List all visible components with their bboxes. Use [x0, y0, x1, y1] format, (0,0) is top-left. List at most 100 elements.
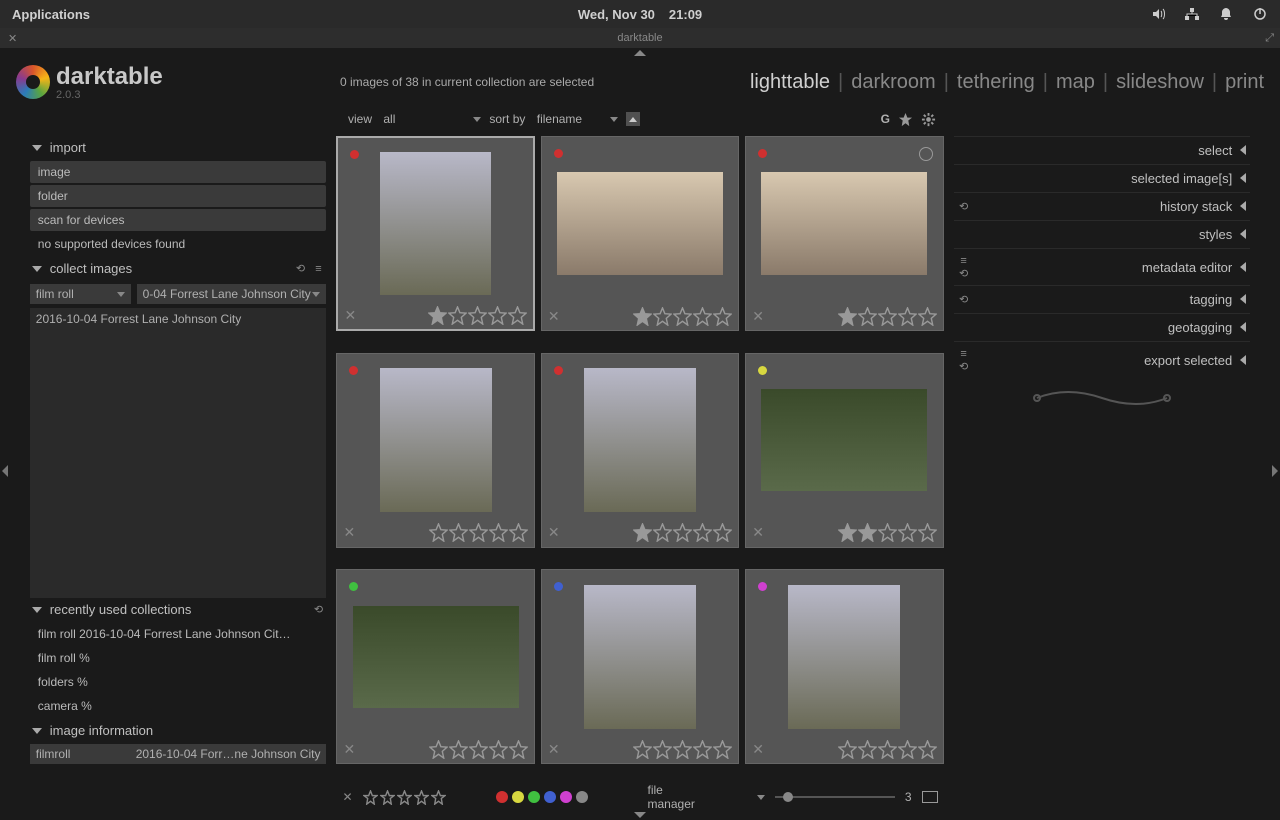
- export-header[interactable]: ≡⟲export selected: [954, 341, 1251, 378]
- import-header[interactable]: import: [30, 136, 327, 159]
- rating-star-icon[interactable]: [838, 307, 857, 326]
- presets-icon[interactable]: ≡: [958, 255, 970, 267]
- rating-star-icon[interactable]: [838, 523, 857, 542]
- reject-icon[interactable]: ✕: [752, 308, 764, 325]
- rating-star-icon[interactable]: [449, 523, 468, 542]
- window-close-icon[interactable]: ✕: [0, 32, 25, 45]
- rating-star-icon[interactable]: [633, 523, 652, 542]
- reject-icon[interactable]: ✕: [343, 524, 355, 541]
- overlay-star-icon[interactable]: [898, 112, 913, 127]
- rating-star-icon[interactable]: [858, 307, 877, 326]
- rating-star-icon[interactable]: [898, 307, 917, 326]
- rating-star-icon[interactable]: [693, 740, 712, 759]
- rating-star-icon[interactable]: [653, 523, 672, 542]
- selected-images-header[interactable]: selected image[s]: [954, 164, 1251, 192]
- reject-icon[interactable]: ✕: [343, 741, 355, 758]
- color-label-dot[interactable]: [554, 366, 563, 375]
- sort-dropdown[interactable]: sort by filename: [489, 112, 618, 126]
- rating-star-icon[interactable]: [693, 307, 712, 326]
- rating-star-icon[interactable]: [878, 740, 897, 759]
- rating-star-icon[interactable]: [673, 523, 692, 542]
- geotagging-header[interactable]: geotagging: [954, 313, 1251, 341]
- layout-mode-dropdown[interactable]: file manager: [648, 783, 765, 811]
- rating-star-icon[interactable]: [633, 307, 652, 326]
- color-label-filter-dot[interactable]: [544, 791, 556, 803]
- rating-star-icon[interactable]: [633, 740, 652, 759]
- select-header[interactable]: select: [954, 136, 1251, 164]
- thumbnail[interactable]: ✕: [541, 569, 739, 764]
- rating-star-icon[interactable]: [508, 306, 527, 325]
- thumbnail[interactable]: ✕: [745, 136, 943, 331]
- reject-icon[interactable]: ✕: [752, 524, 764, 541]
- presets-icon[interactable]: ≡: [312, 263, 324, 275]
- panel-collapse-right[interactable]: [1270, 132, 1280, 810]
- rating-star-icon[interactable]: [673, 307, 692, 326]
- rating-star-icon[interactable]: [858, 740, 877, 759]
- rating-star-icon[interactable]: [469, 523, 488, 542]
- nav-slideshow[interactable]: slideshow: [1116, 71, 1204, 94]
- rating-star-icon[interactable]: [918, 523, 937, 542]
- reset-icon[interactable]: ⟲: [958, 360, 970, 372]
- color-label-filter-dot[interactable]: [560, 791, 572, 803]
- recent-item[interactable]: camera %: [30, 695, 327, 717]
- thumbnail[interactable]: ✕: [541, 136, 739, 331]
- rating-star-icon[interactable]: [489, 523, 508, 542]
- recent-item[interactable]: film roll %: [30, 647, 327, 669]
- rating-star-icon[interactable]: [488, 306, 507, 325]
- collect-by-dropdown[interactable]: film roll: [30, 284, 131, 304]
- thumbnail[interactable]: ✕: [336, 136, 534, 331]
- rating-star-icon[interactable]: [653, 740, 672, 759]
- window-maximize-icon[interactable]: ⤢: [1259, 32, 1280, 45]
- power-icon[interactable]: [1252, 6, 1268, 22]
- reset-icon[interactable]: ⟲: [312, 604, 324, 616]
- reject-icon[interactable]: ✕: [752, 741, 764, 758]
- rating-star-icon[interactable]: [448, 306, 467, 325]
- rating-star-icon[interactable]: [673, 740, 692, 759]
- recent-header[interactable]: recently used collections ⟲: [30, 598, 327, 621]
- rating-star-icon[interactable]: [898, 523, 917, 542]
- color-label-filter-dot[interactable]: [512, 791, 524, 803]
- nav-map[interactable]: map: [1056, 71, 1095, 94]
- reject-icon[interactable]: ✕: [548, 524, 560, 541]
- rating-star-icon[interactable]: [918, 740, 937, 759]
- sort-direction-button[interactable]: [626, 112, 640, 126]
- import-image[interactable]: image: [30, 161, 327, 183]
- rating-star-icon[interactable]: [653, 307, 672, 326]
- reset-icon[interactable]: ⟲: [958, 201, 970, 213]
- imageinfo-header[interactable]: image information: [30, 719, 327, 742]
- rating-star-icon[interactable]: [713, 740, 732, 759]
- rating-star-icon[interactable]: [428, 306, 447, 325]
- reject-icon[interactable]: ✕: [344, 307, 356, 324]
- thumbnail[interactable]: ✕: [336, 353, 534, 548]
- panel-collapse-left[interactable]: [0, 132, 10, 810]
- grouping-button[interactable]: G: [881, 112, 890, 126]
- history-header[interactable]: ⟲history stack: [954, 192, 1251, 220]
- rating-star-icon[interactable]: [878, 307, 897, 326]
- view-filter-dropdown[interactable]: view all: [348, 112, 481, 126]
- metadata-header[interactable]: ≡⟲metadata editor: [954, 248, 1251, 285]
- rating-star-icon[interactable]: [878, 523, 897, 542]
- thumbnail[interactable]: ✕: [745, 353, 943, 548]
- rating-star-icon[interactable]: [838, 740, 857, 759]
- nav-tethering[interactable]: tethering: [957, 71, 1035, 94]
- collect-result-item[interactable]: 2016-10-04 Forrest Lane Johnson City: [36, 312, 321, 326]
- collect-results-list[interactable]: 2016-10-04 Forrest Lane Johnson City: [30, 308, 327, 598]
- collect-value-dropdown[interactable]: 0-04 Forrest Lane Johnson City: [137, 284, 327, 304]
- reset-icon[interactable]: ⟲: [958, 267, 970, 279]
- panel-expand-top[interactable]: [0, 48, 1280, 58]
- reset-icon[interactable]: ⟲: [958, 294, 970, 306]
- preferences-gear-icon[interactable]: [921, 112, 936, 127]
- rating-star-icon[interactable]: [469, 740, 488, 759]
- presets-icon[interactable]: ≡: [958, 348, 970, 360]
- reject-icon[interactable]: ✕: [548, 741, 560, 758]
- rating-star-icon[interactable]: [489, 740, 508, 759]
- notifications-icon[interactable]: [1218, 6, 1234, 22]
- thumbnail[interactable]: ✕: [745, 569, 943, 764]
- color-label-dot[interactable]: [554, 149, 563, 158]
- reject-icon[interactable]: ✕: [548, 308, 560, 325]
- panel-expand-bottom[interactable]: [0, 810, 1280, 820]
- import-scan[interactable]: scan for devices: [30, 209, 327, 231]
- reject-filter-icon[interactable]: ✕: [342, 790, 352, 804]
- rating-star-icon[interactable]: [898, 740, 917, 759]
- rating-star-icon[interactable]: [713, 523, 732, 542]
